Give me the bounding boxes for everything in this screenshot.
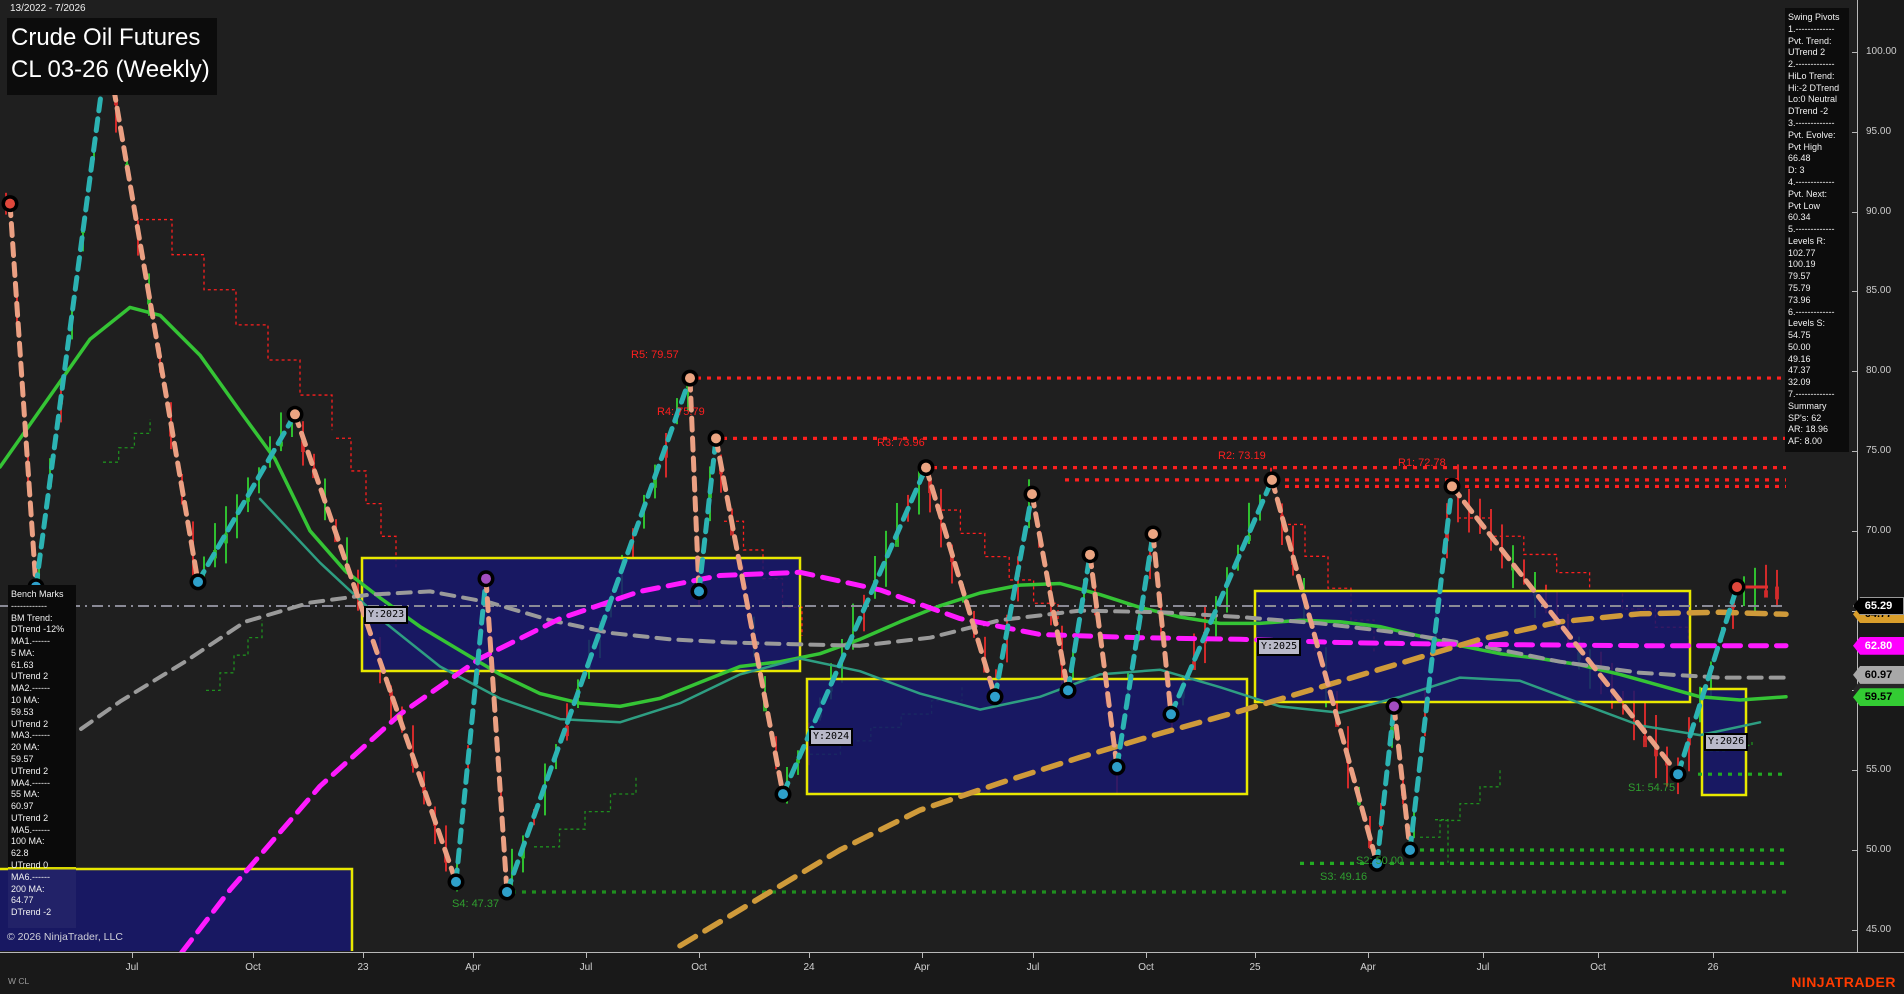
time-tick [1483,953,1484,958]
pivot-dot-H [1085,549,1095,560]
pivot-dot-H [1732,582,1742,592]
pivot-dot-H [290,409,300,420]
time-tick [253,953,254,958]
bench-marks-panel: Bench Marks ------------ BM Trend: DTren… [8,585,76,928]
pivot-dot-L [1112,762,1122,772]
time-tick [1713,953,1714,958]
time-tick [1146,953,1147,958]
support-label-S3: S3: 49.16 [1320,871,1368,883]
price-axis[interactable]: 100.0095.0090.0085.0080.0075.0070.0065.0… [1852,0,1904,952]
time-tick [1598,953,1599,958]
year-label-2023: Y:2023 [364,605,409,624]
pivot-dot-L [1673,769,1683,780]
time-tick [473,953,474,958]
price-tick-label: 100.00 [1866,46,1897,57]
candle-body [1643,735,1647,748]
time-tick-label: Jul [1026,962,1040,973]
pivot-dot-L [1405,845,1415,855]
price-tag-60.97: 60.97 [1853,665,1904,684]
time-tick [363,953,364,958]
time-tick-label: Apr [1360,962,1376,973]
ninjatrader-chart-window: 100.0095.0090.0085.0080.0075.0070.0065.0… [0,0,1904,994]
time-tick [809,953,810,958]
pivot-dot-H [5,198,15,209]
pivot-dot-H [481,573,491,584]
time-tick-label: Apr [465,962,481,973]
time-tick [1255,953,1256,958]
pivot-dot-H [1447,481,1457,492]
pivot-dot-H [1148,529,1158,539]
pivot-dot-H [711,433,721,444]
resistance-label-R2: R2: 73.19 [1218,450,1266,462]
time-tick-label: 26 [1707,962,1719,973]
pivot-dot-L [193,576,203,587]
price-tick-label: 45.00 [1866,923,1892,935]
pivot-dot-L [990,691,1000,702]
price-tick-label: 55.00 [1866,764,1892,776]
price-tick-label: 95.00 [1866,125,1892,137]
price-tick-label: 90.00 [1866,205,1892,217]
time-tick-label: Oct [691,962,707,973]
time-tick-label: Oct [245,962,261,973]
time-tick-label: 23 [357,962,369,973]
support-label-S4: S4: 47.37 [452,898,500,910]
chart-title: Crude Oil Futures CL 03-26 (Weekly) [7,18,217,95]
price-tick-label: 75.00 [1866,445,1892,456]
instrument-label: W CL [8,976,30,986]
time-tick-label: Apr [914,962,930,973]
price-tick-label: 50.00 [1866,844,1892,855]
pivot-dot-L [1063,685,1073,696]
time-axis[interactable]: Jul Oct 23 Apr Jul Oct 24 Apr Jul Oct 25 Apr Jul Oct 2… [0,953,1904,994]
year-label-2026: Y:2026 [1704,733,1749,751]
time-tick [586,953,587,958]
time-tick [1368,953,1369,958]
resistance-label-R5: R5: 79.57 [631,349,679,361]
pivot-dot-L [502,887,512,897]
pivot-dot-L [778,789,788,800]
pivot-dot-H [1267,474,1277,485]
price-tag-59.57: 59.57 [1853,688,1904,707]
swing-pivots-panel: Swing Pivots 1.------------- Pvt. Trend:… [1785,8,1849,452]
price-axis-line [1857,0,1858,952]
candle-body [1775,586,1779,600]
price-tick-label: 70.00 [1866,524,1892,536]
support-label-S2: S2: 50.00 [1356,855,1404,867]
pivot-dot-L [1166,709,1176,720]
year-label-2025: Y:2025 [1257,637,1302,656]
pivot-dot-L [694,586,704,597]
price-tag-62.80: 62.80 [1853,636,1904,655]
time-tick-label: 25 [1249,962,1261,973]
pivot-dot-H [921,462,931,473]
pivot-dot-H [685,373,695,384]
price-tick-label: 85.00 [1866,285,1892,297]
pivot-dot-L [451,876,461,887]
time-tick [699,953,700,958]
time-tick-label: Jul [125,962,139,973]
ninjatrader-logo: NINJATRADER [1791,974,1896,990]
price-tag-65.29: 65.29 [1853,596,1904,615]
year-label-2024: Y:2024 [809,727,854,746]
resistance-label-R1: R1: 72.78 [1398,457,1446,469]
resistance-label-R4: R4: 75.79 [657,406,705,418]
time-tick-label: Oct [1138,962,1154,973]
time-tick [132,953,133,958]
resistance-label-R3: R3: 73.96 [877,437,925,449]
time-tick [922,953,923,958]
price-tick-label: 80.00 [1866,365,1892,377]
pivot-dot-H [1389,701,1399,712]
time-tick-label: Jul [579,962,593,973]
pivot-dot-H [1027,489,1037,500]
candle-body [246,497,250,502]
candle-body [1764,590,1768,598]
time-tick-label: Oct [1590,962,1606,973]
support-label-S1: S1: 54.75 [1628,782,1676,794]
time-tick-label: 24 [803,962,815,973]
copyright-label: © 2026 NinjaTrader, LLC [7,931,123,943]
chart-canvas[interactable] [0,0,1857,952]
time-axis-line [0,952,1904,953]
time-tick-label: Jul [1476,962,1490,973]
date-range-label: 13/2022 - 7/2026 [10,3,86,14]
time-tick [1033,953,1034,958]
